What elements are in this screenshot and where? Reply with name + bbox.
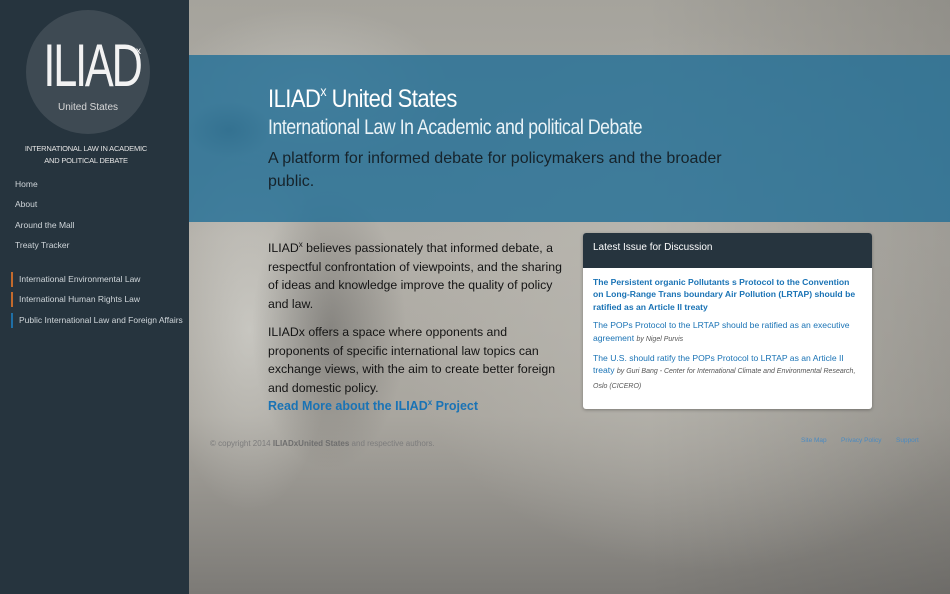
page-subtitle: International Law In Academic and politi… [268,116,643,139]
footer-link-site-map[interactable]: Site Map [801,437,827,444]
title-main: ILIAD [268,85,321,113]
issue-author: by Nigel Purvis [636,335,684,343]
panel-heading: Latest Issue for Discussion [583,233,872,268]
read-more-link[interactable]: Read More about the ILIADx Project [268,398,478,413]
issue-item[interactable]: The POPs Protocol to the LRTAP should be… [593,319,862,346]
issue-list: The Persistent organic Pollutants s Prot… [583,268,872,407]
topic-public-international-law[interactable]: Public International Law and Foreign Aff… [11,313,183,328]
nav-treaty-tracker[interactable]: Treaty Tracker [15,240,69,250]
sidebar: ILIAD x United States INTERNATIONAL LAW … [0,0,189,594]
logo-subtitle: United States [57,102,119,113]
issue-title[interactable]: The POPs Protocol to the LRTAP should be… [593,320,850,342]
read-more-text: Read More about the ILIAD [268,399,428,413]
sidebar-tagline: INTERNATIONAL LAW IN ACADEMIC AND POLITI… [24,144,148,165]
nav-home[interactable]: Home [15,179,38,189]
read-more-suffix: Project [432,399,479,413]
copyright-brand: ILIADxUnited States [272,439,350,448]
intro-text: believes passionately that informed deba… [268,241,562,311]
mission-paragraph: ILIADx offers a space where opponents an… [268,325,556,395]
footer-link-privacy-policy[interactable]: Privacy Policy [841,437,881,444]
issue-item[interactable]: The U.S. should ratify the POPs Protocol… [593,352,862,393]
issue-item[interactable]: The Persistent organic Pollutants s Prot… [593,276,862,313]
logo[interactable]: ILIAD x United States [26,10,150,134]
copyright-suffix: and respective authors. [351,439,435,448]
logo-superscript: x [136,46,141,57]
logo-text: ILIAD [43,32,142,99]
page-description: A platform for informed debate for polic… [268,150,722,190]
page-title: ILIADx United States [268,83,457,114]
nav-about[interactable]: About [15,199,37,209]
issue-author: by Guri Bang - Center for International … [593,368,856,390]
intro-paragraph: ILIADx believes passionately that inform… [268,236,563,313]
title-rest: United States [326,85,458,113]
topic-human-rights-law[interactable]: International Human Rights Law [11,292,140,307]
nav-around-the-mall[interactable]: Around the Mall [15,220,75,230]
intro-brand: ILIAD [268,241,299,255]
issue-title[interactable]: The Persistent organic Pollutants s Prot… [593,277,855,312]
topic-environmental-law[interactable]: International Environmental Law [11,272,140,287]
copyright-prefix: © copyright 2014 [210,439,271,448]
latest-issue-panel: Latest Issue for Discussion The Persiste… [583,233,872,409]
footer-copyright: © copyright 2014 ILIADxUnited States and… [210,439,435,448]
footer-link-support[interactable]: Support [896,437,919,444]
